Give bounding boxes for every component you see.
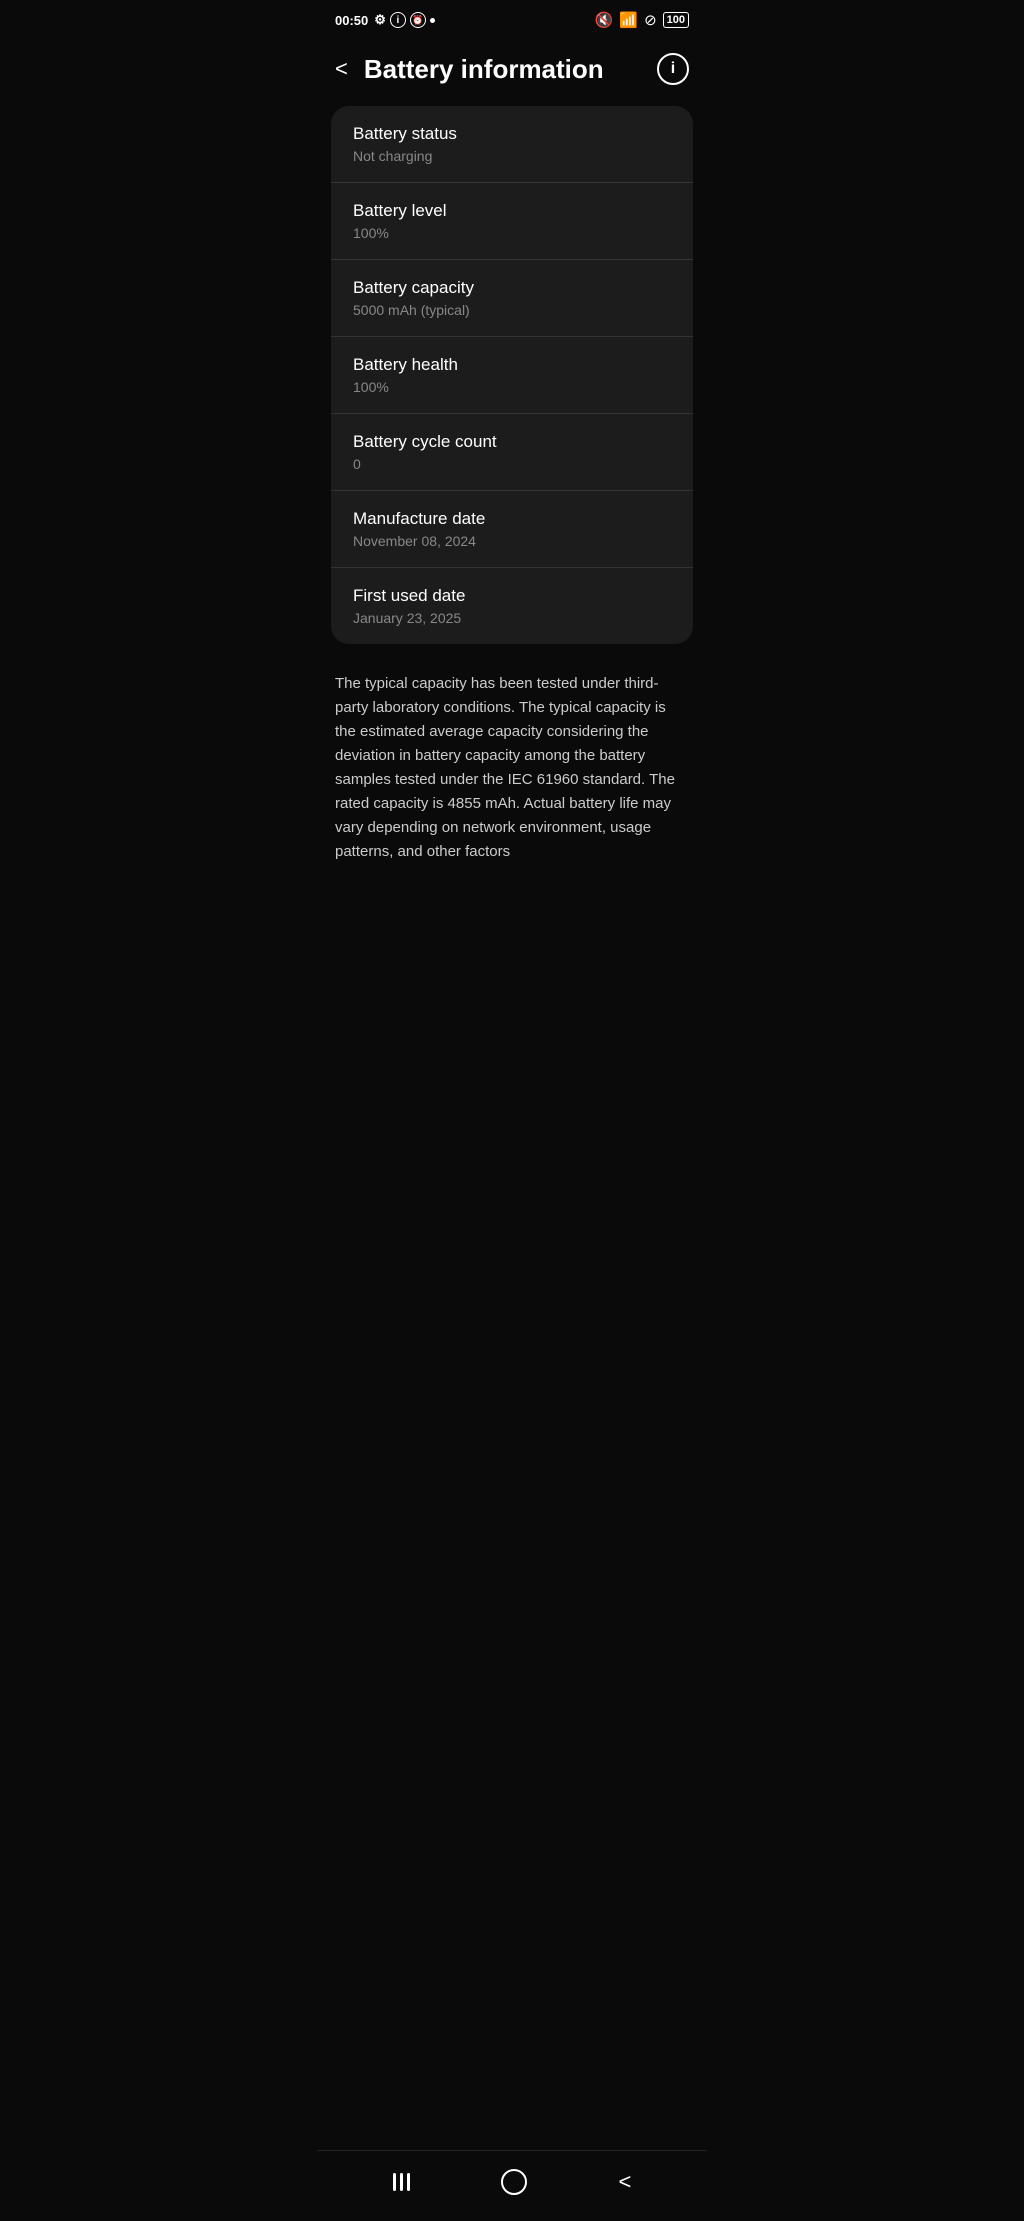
back-button[interactable]: < (331, 52, 356, 86)
home-icon (501, 2169, 527, 2195)
info-row-label: Battery capacity (353, 278, 671, 298)
info-icon: i (390, 12, 406, 28)
info-row: Battery health 100% (331, 337, 693, 414)
description-text: The typical capacity has been tested und… (317, 664, 707, 894)
info-row-value: 100% (353, 225, 671, 241)
info-row-label: Battery level (353, 201, 671, 221)
info-row-label: First used date (353, 586, 671, 606)
notification-dot (430, 18, 435, 23)
mute-icon: 🔇 (595, 11, 614, 29)
page-title: Battery information (364, 54, 604, 85)
battery-info-card: Battery status Not charging Battery level 1… (331, 106, 693, 644)
info-row-label: Battery status (353, 124, 671, 144)
line3 (407, 2173, 410, 2191)
wifi-icon: 📶 (619, 11, 638, 29)
line2 (400, 2173, 403, 2191)
info-row-value: Not charging (353, 148, 671, 164)
info-button-label: i (671, 60, 675, 78)
status-time: 00:50 (335, 13, 368, 28)
info-row-label: Battery health (353, 355, 671, 375)
info-row-value: 0 (353, 456, 671, 472)
recents-button[interactable] (373, 2167, 430, 2197)
header-left: < Battery information (331, 52, 604, 86)
status-icons: ⚙ i ⏰ (374, 12, 435, 28)
status-bar: 00:50 ⚙ i ⏰ 🔇 📶 ⊘ 100 (317, 0, 707, 36)
clock-icon: ⏰ (410, 12, 426, 28)
info-row-value: 100% (353, 379, 671, 395)
info-row-value: November 08, 2024 (353, 533, 671, 549)
battery-indicator: 100 (663, 12, 689, 28)
info-row: First used date January 23, 2025 (331, 568, 693, 644)
info-row-label: Manufacture date (353, 509, 671, 529)
gear-icon: ⚙ (374, 12, 386, 28)
back-nav-button[interactable]: < (598, 2163, 651, 2201)
status-left: 00:50 ⚙ i ⏰ (335, 12, 435, 28)
info-row: Battery capacity 5000 mAh (typical) (331, 260, 693, 337)
info-row: Battery cycle count 0 (331, 414, 693, 491)
back-nav-icon: < (618, 2169, 631, 2195)
info-row: Manufacture date November 08, 2024 (331, 491, 693, 568)
status-right: 🔇 📶 ⊘ 100 (595, 11, 689, 29)
recents-icon (393, 2173, 410, 2191)
info-row-value: 5000 mAh (typical) (353, 302, 671, 318)
info-circle-button[interactable]: i (657, 53, 689, 85)
home-button[interactable] (481, 2163, 547, 2201)
no-signal-icon: ⊘ (644, 11, 657, 29)
info-row-value: January 23, 2025 (353, 610, 671, 626)
info-row-label: Battery cycle count (353, 432, 671, 452)
line1 (393, 2173, 396, 2191)
page-header: < Battery information i (317, 36, 707, 106)
info-row: Battery status Not charging (331, 106, 693, 183)
bottom-navigation: < (317, 2150, 707, 2221)
info-row: Battery level 100% (331, 183, 693, 260)
